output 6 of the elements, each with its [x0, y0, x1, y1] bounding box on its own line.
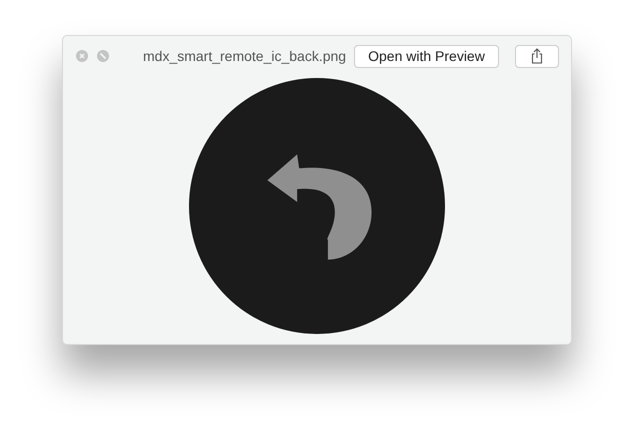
share-button[interactable]: [515, 44, 559, 68]
fullscreen-icon[interactable]: [97, 50, 109, 62]
window-title: mdx_smart_remote_ic_back.png: [143, 48, 346, 64]
share-icon: [530, 48, 544, 64]
open-with-preview-button[interactable]: Open with Preview: [354, 44, 499, 68]
close-icon[interactable]: [76, 50, 88, 62]
